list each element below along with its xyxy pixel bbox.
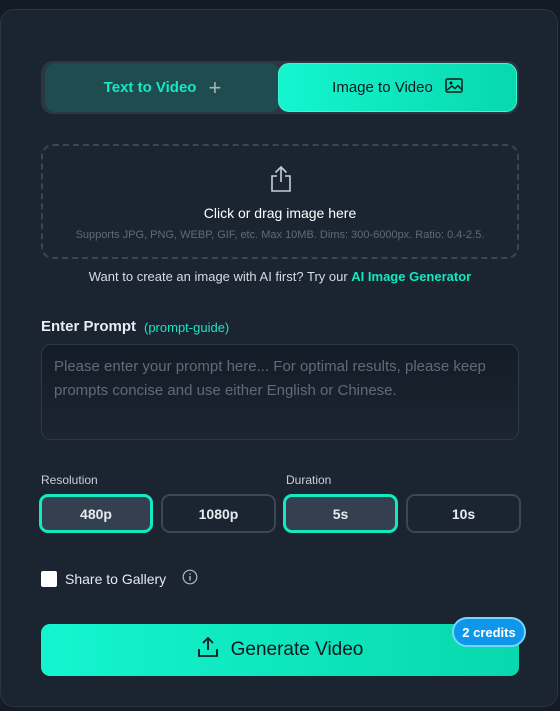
share-checkbox[interactable] <box>41 570 57 587</box>
tab-text-to-video[interactable]: Text to Video + <box>45 63 280 112</box>
mode-tabs: Text to Video + Image to Video <box>41 61 519 114</box>
resolution-1080p-button[interactable]: 1080p <box>161 494 276 533</box>
image-icon <box>445 78 463 97</box>
ai-generator-text: Want to create an image with AI first? T… <box>88 269 352 284</box>
prompt-label: Enter Prompt <box>41 318 137 335</box>
upload-icon <box>197 636 219 663</box>
ai-image-generator-link[interactable]: AI Image Generator <box>351 269 471 284</box>
upload-title: Click or drag image here <box>203 205 357 221</box>
tab-image-to-video-label: Image to Video <box>332 79 433 96</box>
plus-icon: + <box>208 74 222 100</box>
image-upload-dropzone[interactable]: Click or drag image here Supports JPG, P… <box>41 144 519 259</box>
prompt-input[interactable] <box>41 344 519 440</box>
tab-image-to-video[interactable]: Image to Video <box>278 63 517 112</box>
generate-video-button[interactable]: Generate Video <box>41 624 519 676</box>
video-generator-panel: Text to Video + Image to Video Click or … <box>0 9 558 707</box>
credits-badge: 2 credits <box>452 617 526 647</box>
info-icon[interactable] <box>182 569 198 588</box>
prompt-guide-link[interactable]: (prompt-guide) <box>144 320 229 335</box>
ai-generator-hint: Want to create an image with AI first? T… <box>1 269 559 284</box>
generate-video-label: Generate Video <box>230 639 364 660</box>
share-upload-icon <box>269 165 293 198</box>
share-label: Share to Gallery <box>65 570 167 587</box>
tab-text-to-video-label: Text to Video <box>103 79 197 96</box>
upload-hint: Supports JPG, PNG, WEBP, GIF, etc. Max 1… <box>75 229 485 241</box>
duration-10s-button[interactable]: 10s <box>406 494 521 533</box>
duration-label: Duration <box>286 473 332 487</box>
duration-5s-button[interactable]: 5s <box>283 494 398 533</box>
resolution-label: Resolution <box>41 473 98 487</box>
resolution-480p-button[interactable]: 480p <box>39 494 153 533</box>
share-to-gallery: Share to Gallery <box>41 569 198 588</box>
